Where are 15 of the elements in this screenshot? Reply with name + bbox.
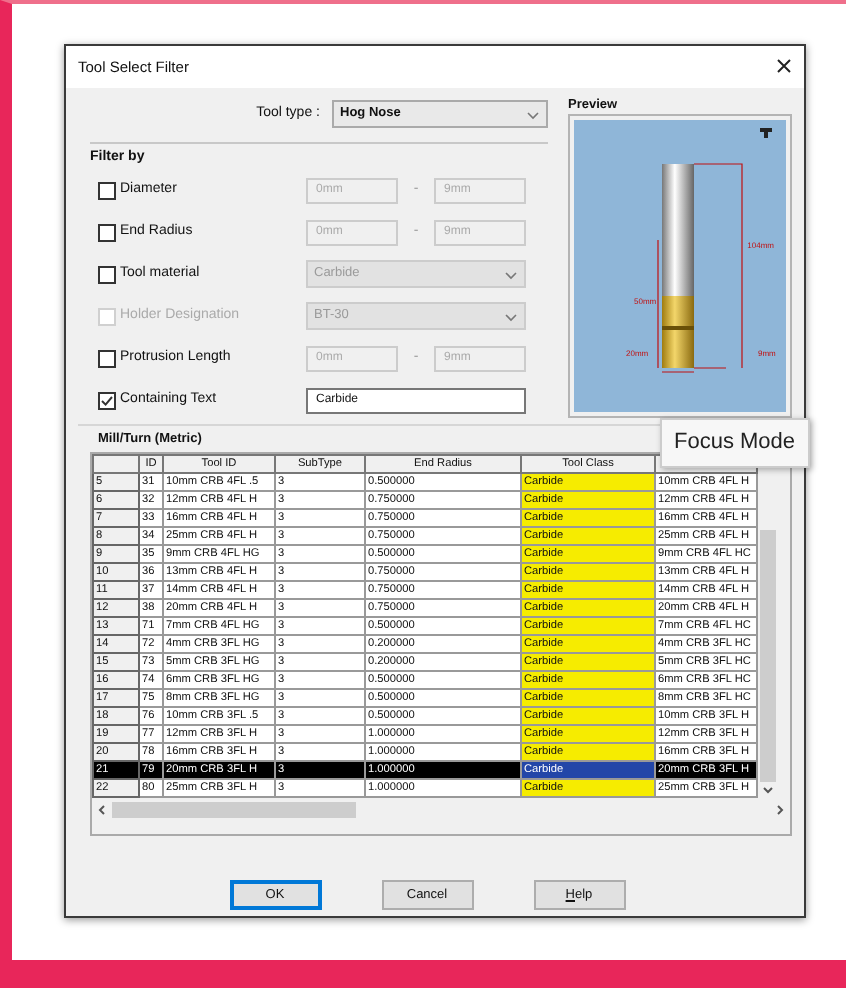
tooltip: Focus Mode [660, 418, 810, 467]
checkbox[interactable] [98, 349, 116, 367]
chevron-icon [504, 269, 518, 279]
scroll-left-icon[interactable] [96, 801, 108, 817]
checkbox[interactable] [98, 223, 116, 241]
chevron-icon [526, 109, 540, 119]
checkbox[interactable] [98, 265, 116, 283]
close-button[interactable] [776, 57, 792, 77]
scroll-down-icon[interactable] [758, 782, 778, 798]
checkbox[interactable] [98, 391, 116, 409]
chevron-icon [504, 311, 518, 321]
scroll-right-icon[interactable] [774, 801, 786, 817]
close-icon [776, 57, 792, 74]
holder-icon [760, 128, 772, 138]
checkbox[interactable] [98, 181, 116, 199]
